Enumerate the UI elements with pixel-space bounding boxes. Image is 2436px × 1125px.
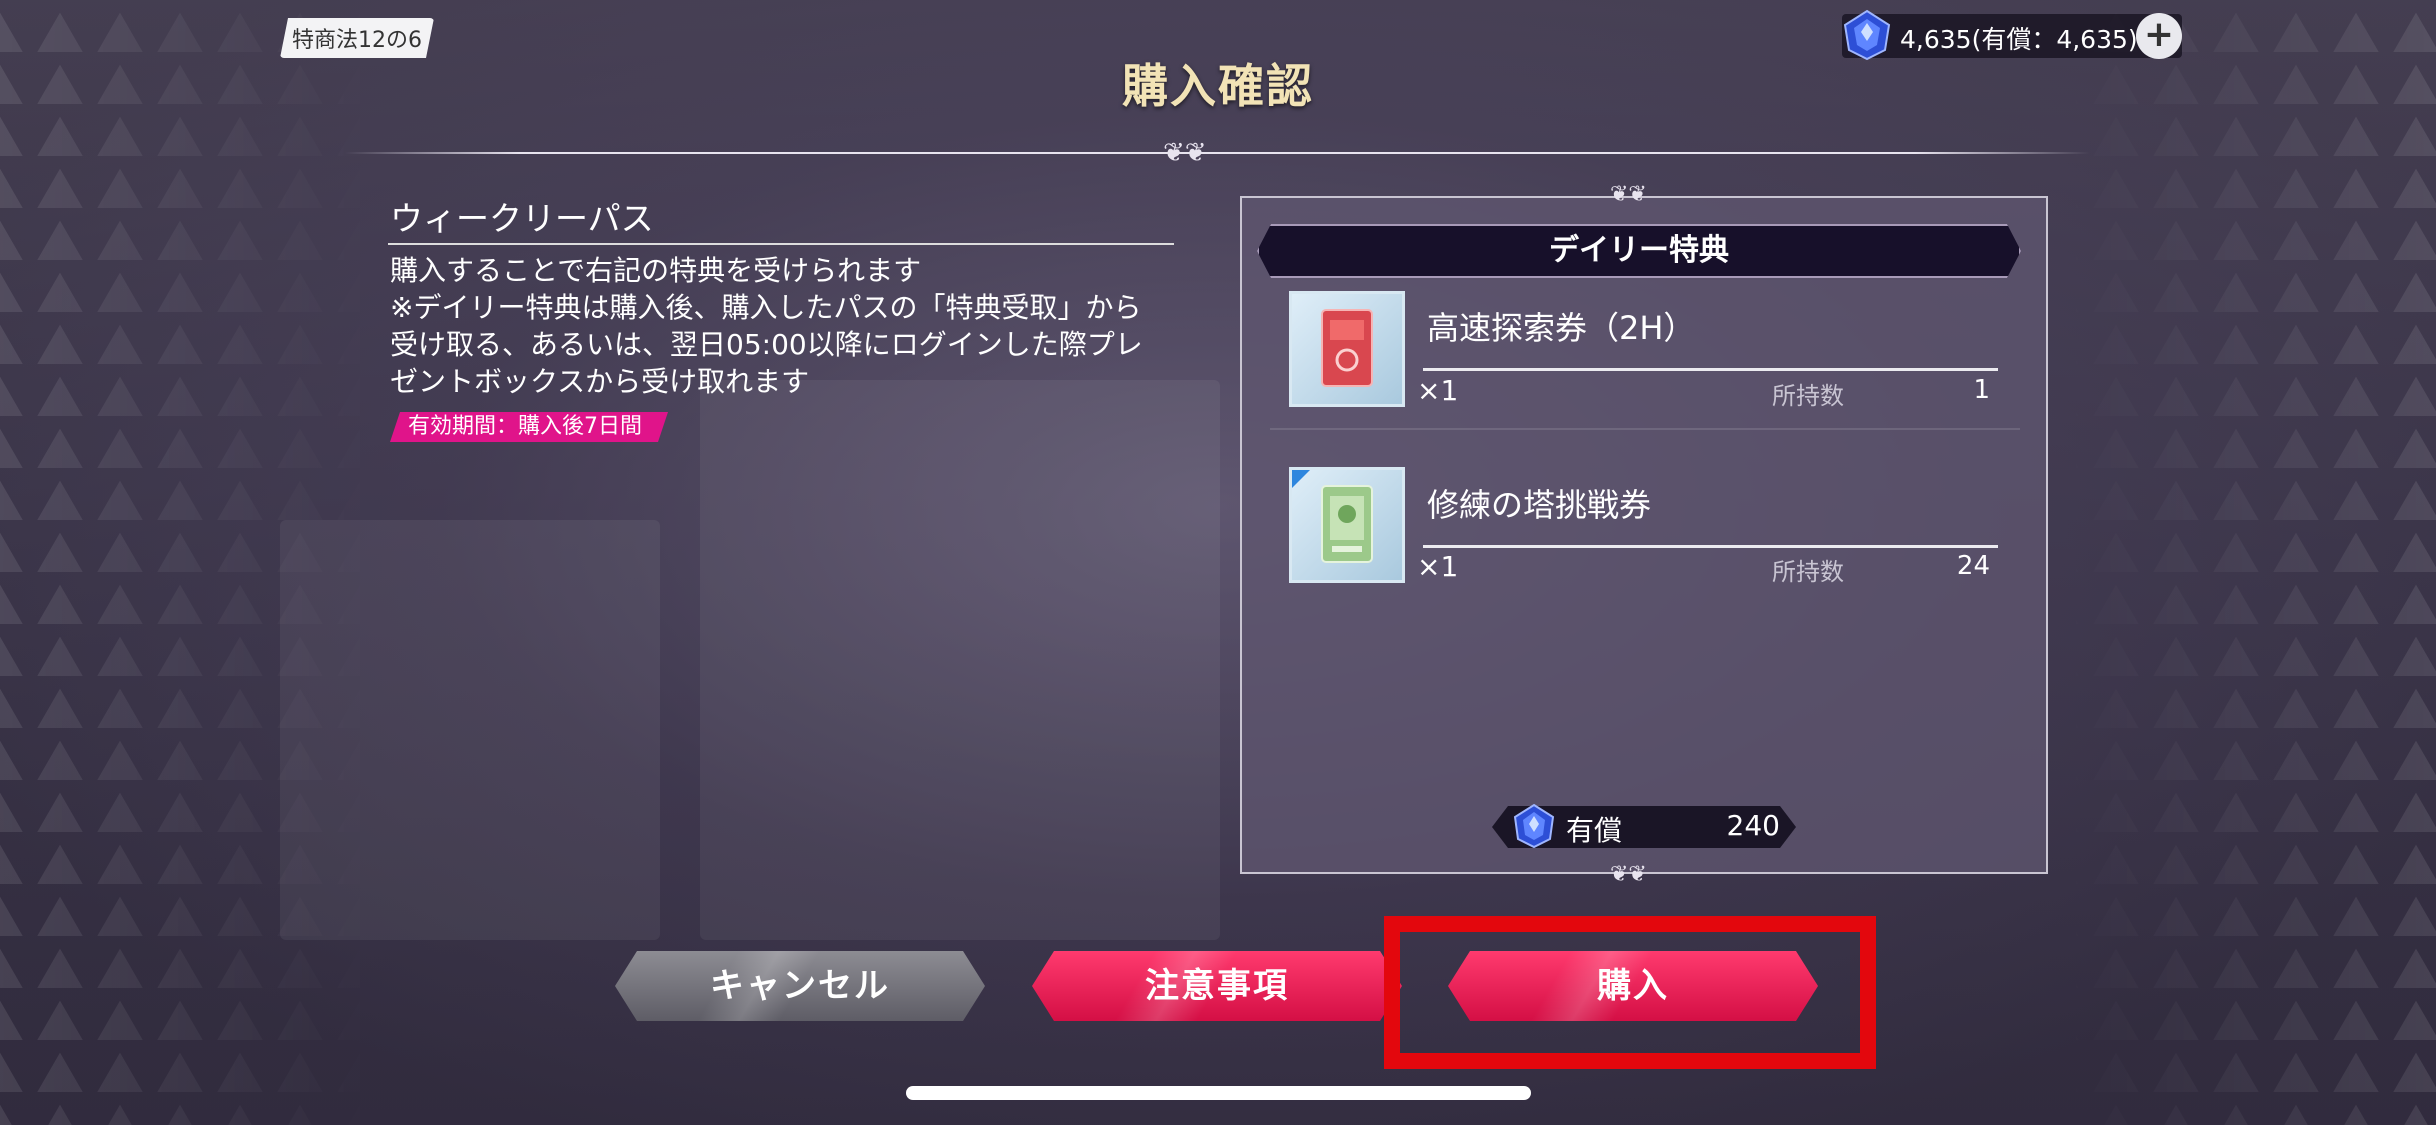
background-blurred-panel	[700, 380, 1220, 940]
price-label: 有償	[1566, 814, 1623, 847]
gem-icon	[1513, 803, 1555, 849]
red-ticket-icon[interactable]	[1289, 291, 1405, 407]
ornament-icon: ❦❦	[1610, 862, 1647, 887]
description-line: 購入することで右記の特典を受けられます	[390, 254, 922, 287]
item-quantity: ×1	[1417, 374, 1459, 407]
triangle-pattern-right	[2056, 0, 2436, 1125]
green-ticket-icon[interactable]	[1289, 467, 1405, 583]
notes-button[interactable]: 注意事項	[1032, 951, 1402, 1021]
daily-bonus-header: デイリー特典	[1257, 224, 2021, 278]
owned-count: 1	[1973, 375, 1990, 405]
item-name: 修練の塔挑戦券	[1427, 486, 1652, 524]
validity-badge: 有効期間：購入後7日間	[390, 412, 668, 442]
description-line: ※デイリー特典は購入後、購入したパスの「特典受取」から	[390, 291, 1142, 324]
cancel-button[interactable]: キャンセル	[615, 951, 985, 1021]
background-blurred-panel	[280, 520, 660, 940]
highlight-box	[1384, 916, 1876, 1069]
pass-name-underline	[388, 243, 1174, 245]
owned-count: 24	[1956, 551, 1990, 581]
description-line: ゼントボックスから受け取れます	[390, 365, 810, 398]
item-divider	[1423, 545, 1998, 548]
description-line: 受け取る、あるいは、翌日05:00以降にログインした際プレ	[390, 328, 1143, 361]
price-value: 240	[1726, 809, 1780, 842]
pass-name: ウィークリーパス	[390, 199, 654, 238]
ornament-icon: ❦❦	[1163, 138, 1207, 168]
item-name: 高速探索券（2H）	[1427, 309, 1696, 347]
owned-label: 所持数	[1772, 558, 1844, 586]
owned-label: 所持数	[1772, 382, 1844, 410]
ornament-icon: ❦❦	[1610, 182, 1647, 207]
home-indicator[interactable]	[906, 1086, 1531, 1100]
item-quantity: ×1	[1417, 550, 1459, 583]
item-separator	[1270, 428, 2020, 430]
page-title: 購入確認	[1122, 59, 1314, 113]
item-divider	[1423, 368, 1998, 371]
title-divider	[345, 152, 2090, 154]
pass-description: 購入することで右記の特典を受けられます ※デイリー特典は購入後、購入したパスの「…	[390, 252, 1190, 400]
